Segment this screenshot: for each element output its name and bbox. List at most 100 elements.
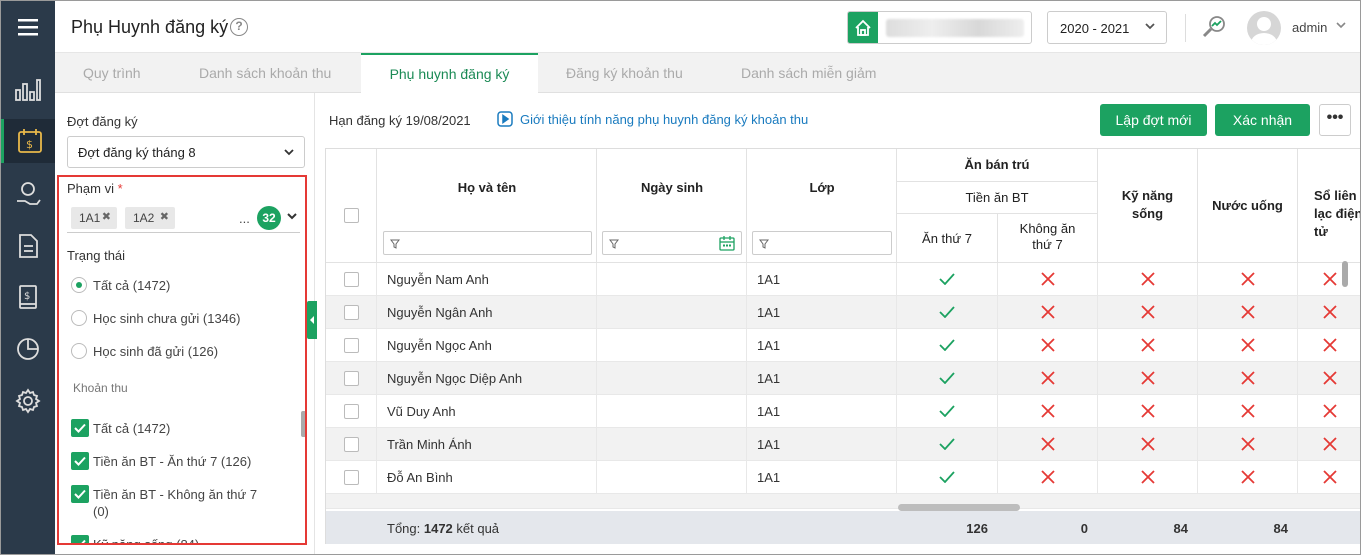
radio-tat-ca[interactable] bbox=[71, 277, 87, 293]
table-row[interactable]: Nguyễn Nam Anh 1A1 bbox=[326, 263, 1360, 296]
checkbox-label[interactable]: Tiền ăn BT - Không ăn thứ 7 (0) bbox=[93, 486, 263, 520]
fee-calendar-icon[interactable]: $ bbox=[1, 119, 55, 163]
header-class-cell: Lớp bbox=[747, 149, 897, 263]
help-icon[interactable]: ? bbox=[230, 18, 248, 36]
checkbox-an-thu-7[interactable] bbox=[71, 452, 89, 470]
tab-quy-trinh[interactable]: Quy trình bbox=[83, 53, 141, 93]
remove-chip-icon[interactable]: ✖ bbox=[160, 210, 169, 223]
remove-chip-icon[interactable]: ✖ bbox=[102, 210, 111, 223]
chevron-down-icon[interactable] bbox=[285, 209, 299, 223]
table-row[interactable]: Nguyễn Ngọc Anh 1A1 bbox=[326, 329, 1360, 362]
dob-cell bbox=[597, 296, 747, 329]
svg-text:$: $ bbox=[24, 291, 30, 302]
school-selector[interactable] bbox=[847, 11, 1032, 44]
row-select-cell bbox=[326, 329, 377, 362]
svg-text:$: $ bbox=[26, 138, 33, 151]
row-checkbox[interactable] bbox=[344, 371, 359, 386]
so-cell bbox=[1298, 329, 1360, 362]
payment-hand-icon[interactable] bbox=[1, 172, 55, 216]
checkbox-tat-ca[interactable] bbox=[71, 419, 89, 437]
calendar-icon[interactable] bbox=[719, 236, 735, 251]
select-all-checkbox[interactable] bbox=[344, 208, 359, 223]
ky_nang_song-cell bbox=[1098, 428, 1198, 461]
so-cell bbox=[1298, 461, 1360, 494]
class-cell: 1A1 bbox=[747, 263, 897, 296]
table-vertical-scrollbar[interactable] bbox=[1342, 261, 1348, 287]
row-checkbox[interactable] bbox=[344, 338, 359, 353]
table-row[interactable]: Đỗ An Bình 1A1 bbox=[326, 461, 1360, 494]
header-khong-an-thu-7: Không ăn thứ 7 bbox=[998, 214, 1098, 263]
name-cell: Vũ Duy Anh bbox=[377, 395, 597, 428]
report-pie-icon[interactable] bbox=[1, 327, 55, 371]
checkbox-label[interactable]: Tiền ăn BT - Ăn thứ 7 (126) bbox=[93, 453, 251, 470]
tab-phu-huynh-dang-ky[interactable]: Phụ huynh đăng ký bbox=[361, 53, 538, 94]
dot-dang-ky-select[interactable]: Đợt đăng ký tháng 8 bbox=[67, 136, 305, 168]
class-chip[interactable]: 1A1 ✖ bbox=[71, 207, 117, 229]
cross-icon bbox=[1040, 305, 1055, 319]
check-icon bbox=[939, 372, 955, 384]
row-checkbox[interactable] bbox=[344, 305, 359, 320]
confirm-button[interactable]: Xác nhận bbox=[1215, 104, 1310, 136]
intro-link[interactable]: Giới thiệu tính năng phụ huynh đăng ký k… bbox=[497, 111, 808, 127]
cross-icon bbox=[1322, 470, 1337, 484]
header-ky-nang-song: Kỹ năng sống bbox=[1098, 149, 1198, 263]
checkbox-ky-nang-song[interactable] bbox=[71, 535, 89, 543]
user-avatar[interactable] bbox=[1247, 11, 1281, 45]
khong_an_thu_7-cell bbox=[998, 329, 1098, 362]
header-dob: Ngày sinh bbox=[640, 180, 704, 195]
tab-danh-sach-mien-giam[interactable]: Danh sách miễn giảm bbox=[741, 53, 876, 93]
radio-label[interactable]: Học sinh đã gửi (126) bbox=[93, 344, 218, 359]
name-filter-input[interactable] bbox=[383, 231, 592, 255]
user-name[interactable]: admin bbox=[1292, 20, 1327, 35]
radio-label[interactable]: Học sinh chưa gửi (1346) bbox=[93, 311, 240, 326]
radio-chua-gui[interactable] bbox=[71, 310, 87, 326]
play-icon bbox=[497, 111, 513, 127]
table-row[interactable]: Vũ Duy Anh 1A1 bbox=[326, 395, 1360, 428]
panel-scrollbar[interactable] bbox=[301, 411, 305, 437]
class-cell: 1A1 bbox=[747, 461, 897, 494]
row-checkbox[interactable] bbox=[344, 404, 359, 419]
tab-danh-sach-khoan-thu[interactable]: Danh sách khoản thu bbox=[199, 53, 331, 93]
checkbox-label[interactable]: Kỹ năng sống (84) bbox=[93, 536, 199, 543]
header-an-thu-7: Ăn thứ 7 bbox=[897, 214, 998, 263]
collapse-panel-handle[interactable] bbox=[307, 301, 317, 339]
radio-label[interactable]: Tất cả (1472) bbox=[93, 278, 170, 293]
class-filter-input[interactable] bbox=[752, 231, 892, 255]
table-row[interactable]: Nguyễn Ngọc Diệp Anh 1A1 bbox=[326, 362, 1360, 395]
cross-icon bbox=[1322, 437, 1337, 451]
radio-da-gui[interactable] bbox=[71, 343, 87, 359]
menu-icon[interactable] bbox=[1, 1, 55, 53]
cross-icon bbox=[1140, 338, 1155, 352]
ledger-book-icon[interactable]: $ bbox=[1, 275, 55, 319]
tab-bar: Quy trình Danh sách khoản thu Phụ huynh … bbox=[55, 53, 1360, 94]
checkbox-khong-an-thu-7[interactable] bbox=[71, 485, 89, 503]
nuoc_uong-cell bbox=[1198, 461, 1298, 494]
document-icon[interactable] bbox=[1, 224, 55, 268]
settings-gear-icon[interactable] bbox=[1, 379, 55, 423]
cross-icon bbox=[1240, 437, 1255, 451]
new-round-button[interactable]: Lập đợt mới bbox=[1100, 104, 1207, 136]
trend-search-icon[interactable] bbox=[1200, 13, 1228, 44]
more-options-button[interactable]: ••• bbox=[1319, 104, 1351, 136]
table-row[interactable]: Trần Minh Ánh 1A1 bbox=[326, 428, 1360, 461]
school-year-select[interactable]: 2020 - 2021 bbox=[1047, 11, 1167, 44]
table-footer: Tổng: 1472 kết quả 126 0 84 84 bbox=[326, 511, 1360, 544]
table-horizontal-scrollbar[interactable] bbox=[898, 504, 1020, 511]
pham-vi-multiselect[interactable]: 1A1 ✖ 1A2 ✖ ... 32 bbox=[67, 201, 300, 233]
dashboard-chart-icon[interactable] bbox=[1, 68, 55, 112]
row-checkbox[interactable] bbox=[344, 437, 359, 452]
highlighted-filter-region: Phạm vi * 1A1 ✖ 1A2 ✖ ... 32 Trạng thái Tấ… bbox=[57, 175, 307, 545]
ky_nang_song-cell bbox=[1098, 296, 1198, 329]
row-checkbox[interactable] bbox=[344, 272, 359, 287]
cross-icon bbox=[1140, 305, 1155, 319]
checkbox-label[interactable]: Tất cả (1472) bbox=[93, 420, 170, 437]
row-checkbox[interactable] bbox=[344, 470, 359, 485]
required-mark: * bbox=[117, 181, 123, 196]
dob-filter-input[interactable] bbox=[602, 231, 742, 255]
chevron-down-icon[interactable] bbox=[1335, 19, 1347, 31]
class-chip[interactable]: 1A2 ✖ bbox=[125, 207, 175, 229]
tab-dang-ky-khoan-thu[interactable]: Đăng ký khoản thu bbox=[566, 53, 683, 93]
table-row[interactable]: Nguyễn Ngân Anh 1A1 bbox=[326, 296, 1360, 329]
name-text: Vũ Duy Anh bbox=[387, 404, 456, 419]
class-cell: 1A1 bbox=[747, 428, 897, 461]
